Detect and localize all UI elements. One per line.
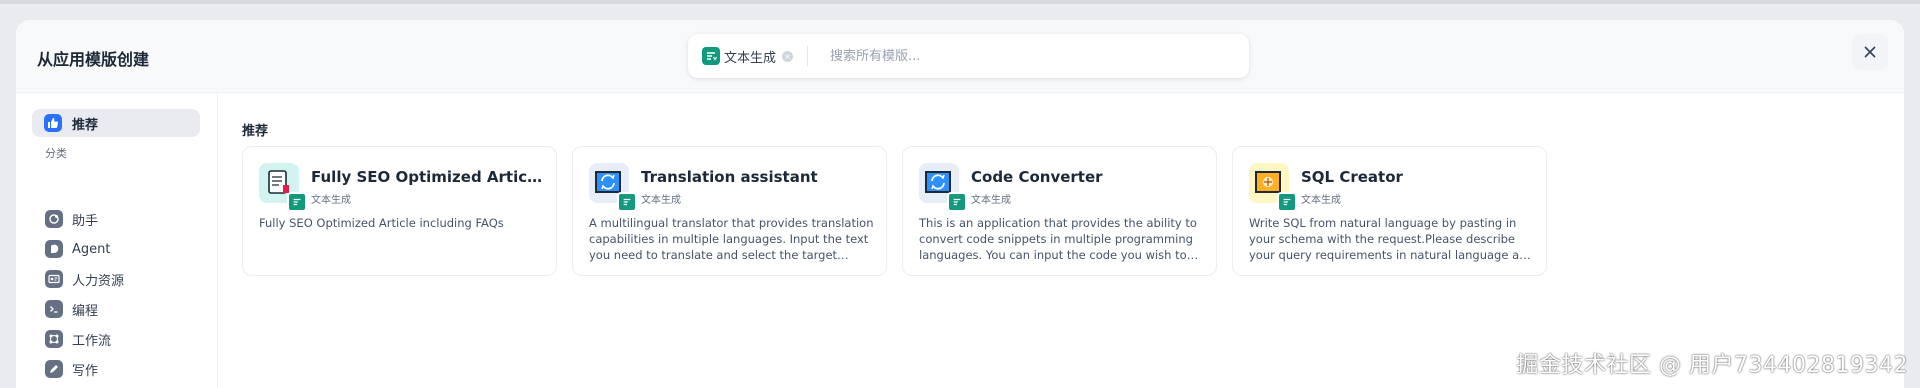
sidebar-item-agent[interactable]: Agent	[45, 238, 110, 260]
card-description: This is an application that provides the…	[919, 216, 1197, 262]
template-card[interactable]: SQL Creator 文本生成 Write SQL from natural …	[1232, 146, 1547, 276]
card-type: 文本生成	[1301, 195, 1341, 206]
card-title: SQL Creator	[1301, 168, 1403, 186]
text-generation-badge-icon	[617, 192, 637, 212]
card-type: 文本生成	[641, 195, 681, 206]
create-from-template-modal: 从应用模版创建 文本生成 × 推荐 分类	[16, 20, 1904, 388]
thumbs-up-icon	[44, 114, 62, 132]
sidebar-item-label: 编程	[72, 303, 99, 319]
sidebar-item-label: Agent	[72, 241, 111, 257]
sidebar-item-label: 写作	[72, 363, 99, 379]
text-generation-badge-icon	[287, 192, 307, 212]
template-search-box[interactable]: 文本生成 ×	[688, 34, 1249, 78]
sidebar-item-label: 工作流	[72, 333, 112, 349]
filter-chip-text-generation[interactable]: 文本生成 ×	[702, 46, 809, 66]
sidebar-item-assistant[interactable]: 助手	[45, 208, 98, 230]
text-generation-icon	[702, 47, 720, 65]
card-title: Fully SEO Optimized Article including FA…	[311, 168, 543, 186]
close-icon	[1864, 46, 1876, 58]
card-description: A multilingual translator that provides …	[589, 216, 874, 262]
category-sidebar: 推荐 分类 助手 Agent 人力资源 编程 工作流 写作	[16, 93, 218, 388]
template-card[interactable]: Fully SEO Optimized Article including FA…	[242, 146, 557, 276]
sidebar-item-label: 助手	[72, 213, 99, 229]
card-type: 文本生成	[311, 195, 351, 206]
clear-filter-icon[interactable]: ×	[782, 50, 794, 62]
assistant-icon	[45, 210, 63, 228]
text-generation-badge-icon	[947, 192, 967, 212]
agent-icon	[45, 240, 63, 258]
filter-chip-label: 文本生成	[724, 50, 777, 66]
card-description: Fully SEO Optimized Article including FA…	[259, 216, 504, 230]
close-button[interactable]	[1852, 34, 1888, 70]
sidebar-item-recommended[interactable]: 推荐	[32, 109, 200, 137]
terminal-icon	[45, 300, 63, 318]
card-title: Code Converter	[971, 168, 1103, 186]
id-card-icon	[45, 270, 63, 288]
workflow-icon	[45, 330, 63, 348]
category-heading: 分类	[45, 147, 67, 160]
sidebar-item-label: 人力资源	[72, 273, 125, 289]
card-title: Translation assistant	[641, 168, 818, 186]
sidebar-item-writing[interactable]: 写作	[45, 358, 98, 380]
modal-title: 从应用模版创建	[37, 50, 150, 69]
section-title-recommended: 推荐	[242, 124, 269, 139]
pen-icon	[45, 360, 63, 378]
modal-header: 从应用模版创建 文本生成 ×	[16, 20, 1904, 93]
text-generation-badge-icon	[1277, 192, 1297, 212]
sidebar-item-programming[interactable]: 编程	[45, 298, 98, 320]
browser-top-strip	[0, 0, 1920, 4]
sidebar-item-workflow[interactable]: 工作流	[45, 328, 111, 350]
sidebar-item-hr[interactable]: 人力资源	[45, 268, 124, 290]
watermark: 掘金技术社区 @ 用户734402819342	[1516, 353, 1908, 378]
card-type: 文本生成	[971, 195, 1011, 206]
search-input[interactable]	[828, 47, 1213, 65]
template-card[interactable]: Code Converter 文本生成 This is an applicati…	[902, 146, 1217, 276]
template-card[interactable]: Translation assistant 文本生成 A multilingua…	[572, 146, 887, 276]
card-description: Write SQL from natural language by pasti…	[1249, 216, 1534, 262]
sidebar-item-label: 推荐	[72, 117, 99, 133]
